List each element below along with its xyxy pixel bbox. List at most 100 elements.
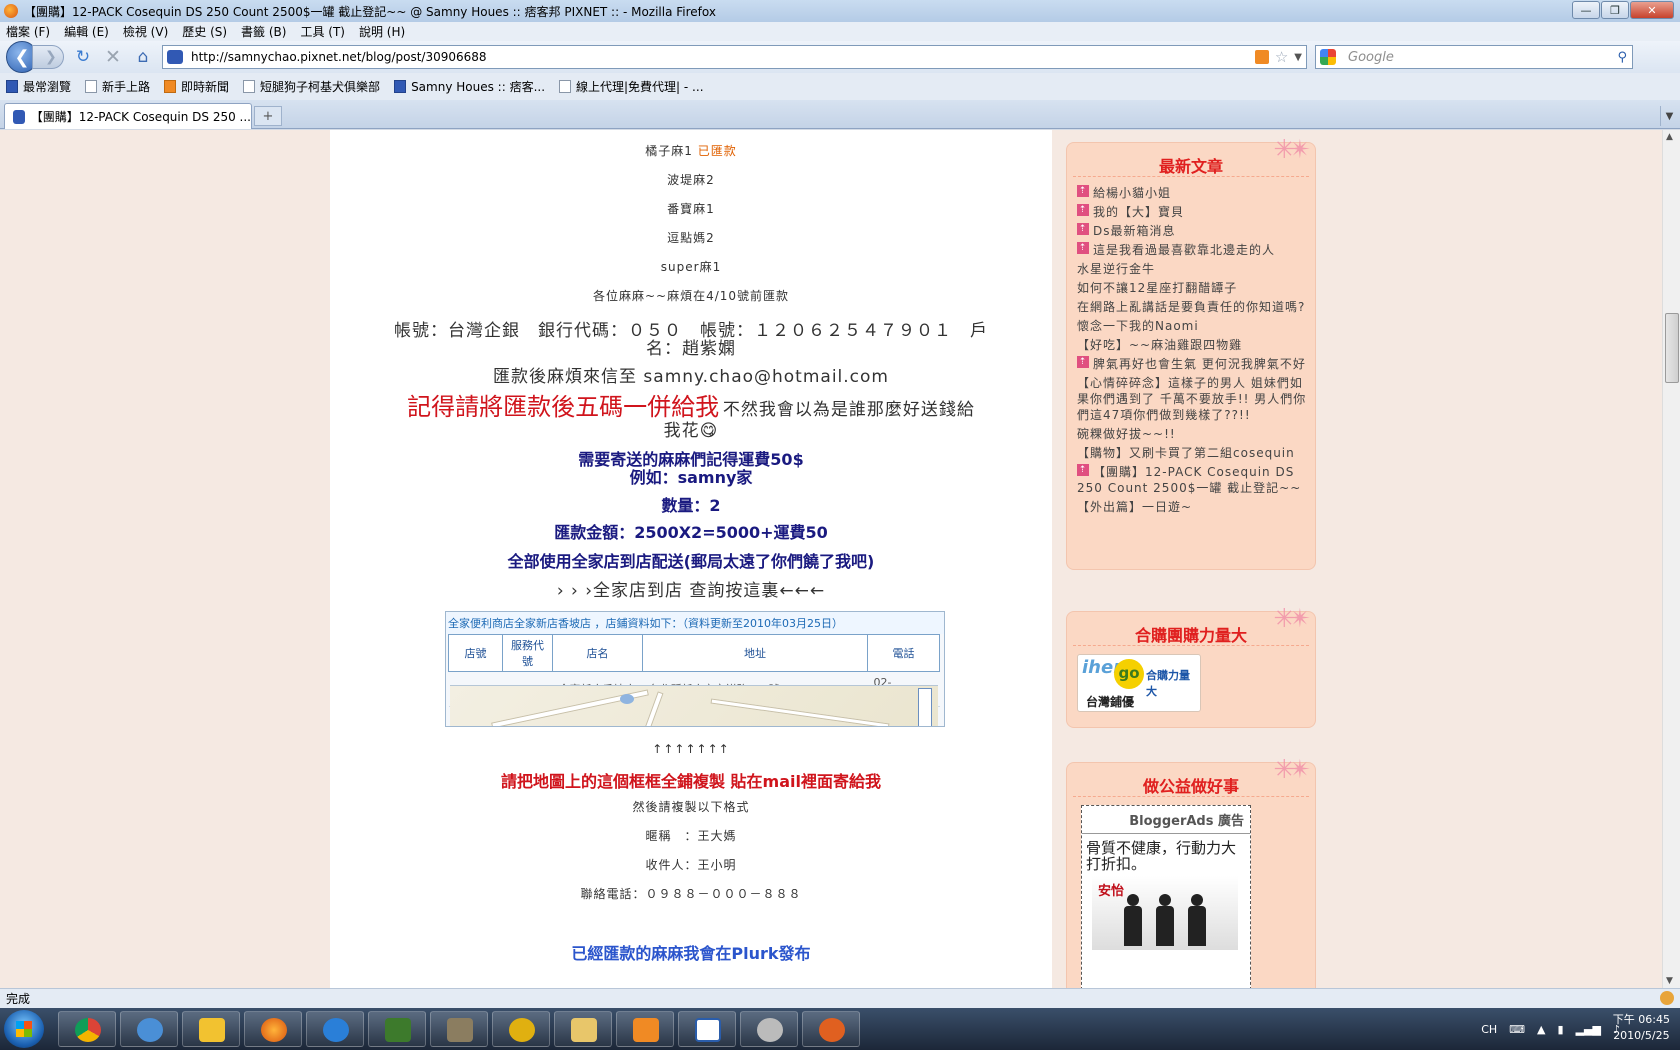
bookmark-most-visited[interactable]: 最常瀏覽 bbox=[6, 78, 71, 95]
taskbar-chrome[interactable] bbox=[58, 1011, 116, 1047]
recent-post-link[interactable]: 【購物】又刷卡買了第二組cosequin bbox=[1077, 446, 1295, 460]
recent-post-item[interactable]: 【好吃】~~麻油雞跟四物雞 bbox=[1077, 337, 1307, 353]
recent-post-link[interactable]: Ds最新箱消息 bbox=[1093, 224, 1176, 238]
recent-post-link[interactable]: 我的【大】寶貝 bbox=[1093, 205, 1184, 219]
list-tabs-icon[interactable]: ▼ bbox=[1660, 106, 1678, 126]
recent-post-item[interactable]: ⇡ 給楊小貓小姐 bbox=[1077, 185, 1307, 201]
bookmark-news[interactable]: 即時新聞 bbox=[164, 78, 229, 95]
taskbar-window[interactable] bbox=[678, 1011, 736, 1047]
taskbar-camera[interactable] bbox=[740, 1011, 798, 1047]
bookmark-proxy[interactable]: 線上代理|免費代理| - ... bbox=[559, 78, 704, 95]
map-lake bbox=[620, 694, 634, 704]
scroll-up-icon[interactable]: ▲ bbox=[1666, 132, 1673, 142]
menu-edit[interactable]: 編輯 (E) bbox=[64, 23, 109, 40]
search-box[interactable]: Google ⚲ bbox=[1315, 45, 1633, 69]
menu-view[interactable]: 檢視 (V) bbox=[123, 23, 168, 40]
recent-post-link[interactable]: 【外出篇】一日遊~ bbox=[1077, 500, 1192, 514]
recent-post-link[interactable]: 【心情碎碎念】這樣子的男人 姐妹們如果你們遇到了 千萬不要放手!! 男人們你們這… bbox=[1077, 376, 1306, 422]
recent-post-item[interactable]: 如何不讓12星座打翻醋罈子 bbox=[1077, 280, 1307, 296]
store-lookup-link[interactable]: › › ›全家店到店 查詢按這裏←←← bbox=[330, 576, 1052, 601]
recent-post-link[interactable]: 這是我看過最喜歡靠北邊走的人 bbox=[1093, 243, 1275, 257]
star-icon[interactable]: ☆ bbox=[1275, 48, 1288, 66]
taskbar-player[interactable] bbox=[616, 1011, 674, 1047]
signal-icon[interactable]: ▂▄▆ bbox=[1576, 1023, 1601, 1036]
recent-post-item[interactable]: 在網路上亂講話是要負責任的你知道嗎? bbox=[1077, 299, 1307, 315]
new-tab-button[interactable]: + bbox=[254, 106, 282, 126]
recent-post-item[interactable]: 懷念一下我的Naomi bbox=[1077, 318, 1307, 334]
clock[interactable]: 下午 06:45 2010/5/25 bbox=[1613, 1012, 1670, 1044]
recent-post-link[interactable]: 水星逆行金牛 bbox=[1077, 262, 1155, 276]
star-decoration-icon: ✳✴ bbox=[1273, 755, 1310, 785]
pin-icon: ⇡ bbox=[1077, 185, 1089, 197]
recent-post-item[interactable]: 水星逆行金牛 bbox=[1077, 261, 1307, 277]
addon-status-icon[interactable] bbox=[1660, 991, 1674, 1005]
rss-icon[interactable] bbox=[1254, 50, 1269, 64]
page-icon bbox=[559, 80, 572, 93]
recent-post-item[interactable]: ⇡ 脾氣再好也會生氣 更何況我脾氣不好 bbox=[1077, 356, 1307, 372]
recent-post-link[interactable]: 【好吃】~~麻油雞跟四物雞 bbox=[1077, 338, 1242, 352]
menu-bookmarks[interactable]: 書籤 (B) bbox=[241, 23, 286, 40]
taskbar-app-yellow[interactable] bbox=[182, 1011, 240, 1047]
iherb-banner[interactable]: iher go 合購力量大 台灣鋪優 bbox=[1077, 654, 1201, 712]
bookmark-getting-started[interactable]: 新手上路 bbox=[85, 78, 150, 95]
google-icon[interactable] bbox=[1320, 49, 1336, 65]
taskbar-explorer[interactable] bbox=[554, 1011, 612, 1047]
recent-post-item[interactable]: ⇡ 【團購】12-PACK Cosequin DS 250 Count 2500$… bbox=[1077, 464, 1307, 496]
scrollbar-thumb[interactable] bbox=[1665, 313, 1679, 383]
menu-history[interactable]: 歷史 (S) bbox=[182, 23, 227, 40]
url-text[interactable]: http://samnychao.pixnet.net/blog/post/30… bbox=[191, 50, 1255, 64]
recent-post-link[interactable]: 在網路上亂講話是要負責任的你知道嗎? bbox=[1077, 300, 1305, 314]
recent-post-link[interactable]: 給楊小貓小姐 bbox=[1093, 186, 1171, 200]
bloggerads-banner[interactable]: BloggerAds 廣告 骨質不健康，行動力大打折扣。 安怡 bbox=[1081, 805, 1251, 988]
language-indicator[interactable]: CH bbox=[1481, 1023, 1497, 1036]
menu-file[interactable]: 檔案 (F) bbox=[6, 23, 50, 40]
status-bar: 完成 bbox=[0, 988, 1680, 1008]
recent-post-link[interactable]: 【團購】12-PACK Cosequin DS 250 Count 2500$一… bbox=[1077, 465, 1301, 495]
taskbar-firefox[interactable] bbox=[244, 1011, 302, 1047]
search-icon[interactable]: ⚲ bbox=[1617, 50, 1627, 65]
recent-post-link[interactable]: 碗粿做好拔~~!! bbox=[1077, 427, 1176, 441]
recent-post-item[interactable]: ⇡ 這是我看過最喜歡靠北邊走的人 bbox=[1077, 242, 1307, 258]
show-hidden-icons-icon[interactable]: ▲ bbox=[1537, 1023, 1545, 1036]
taskbar-ie[interactable] bbox=[306, 1011, 364, 1047]
minimize-button[interactable]: — bbox=[1572, 1, 1600, 19]
search-input[interactable]: Google bbox=[1340, 50, 1617, 65]
taskbar-messenger[interactable] bbox=[120, 1011, 178, 1047]
menu-help[interactable]: 說明 (H) bbox=[359, 23, 405, 40]
recent-post-item[interactable]: 【購物】又刷卡買了第二組cosequin bbox=[1077, 445, 1307, 461]
url-bar[interactable]: http://samnychao.pixnet.net/blog/post/30… bbox=[162, 45, 1307, 69]
menu-bar: 檔案 (F) 編輯 (E) 檢視 (V) 歷史 (S) 書籤 (B) 工具 (T… bbox=[0, 22, 1680, 41]
stop-button[interactable]: ✕ bbox=[102, 46, 124, 68]
bookmark-samny[interactable]: Samny Houes :: 痞客... bbox=[394, 78, 545, 95]
menu-tools[interactable]: 工具 (T) bbox=[300, 23, 345, 40]
recent-post-link[interactable]: 如何不讓12星座打翻醋罈子 bbox=[1077, 281, 1237, 295]
recent-post-item[interactable]: 碗粿做好拔~~!! bbox=[1077, 426, 1307, 442]
scroll-down-icon[interactable]: ▼ bbox=[1666, 976, 1673, 986]
url-dropdown-icon[interactable]: ▼ bbox=[1294, 52, 1302, 63]
home-button[interactable]: ⌂ bbox=[132, 46, 154, 68]
recent-post-item[interactable]: ⇡ 我的【大】寶貝 bbox=[1077, 204, 1307, 220]
restore-button[interactable]: ❐ bbox=[1601, 1, 1629, 19]
recent-post-link[interactable]: 脾氣再好也會生氣 更何況我脾氣不好 bbox=[1093, 357, 1306, 371]
taskbar-dreamweaver[interactable] bbox=[368, 1011, 426, 1047]
recent-post-item[interactable]: 【心情碎碎念】這樣子的男人 姐妹們如果你們遇到了 千萬不要放手!! 男人們你們這… bbox=[1077, 375, 1307, 423]
vertical-scrollbar[interactable]: ▲ ▼ bbox=[1662, 130, 1680, 988]
taskbar-ue[interactable] bbox=[492, 1011, 550, 1047]
bookmark-corgi-club[interactable]: 短腿狗子柯基犬俱樂部 bbox=[243, 78, 380, 95]
format-recipient: 收件人：王小明 bbox=[645, 858, 737, 872]
bookmark-label: Samny Houes :: 痞客... bbox=[411, 80, 546, 94]
taskbar-media[interactable] bbox=[430, 1011, 488, 1047]
tab-active[interactable]: 【團購】12-PACK Cosequin DS 250 ... bbox=[4, 103, 252, 129]
network-icon[interactable]: ▮ bbox=[1558, 1023, 1564, 1036]
start-button[interactable] bbox=[4, 1010, 44, 1048]
film-icon bbox=[447, 1018, 473, 1042]
keyboard-icon[interactable]: ⌨ bbox=[1509, 1023, 1525, 1036]
reload-button[interactable]: ↻ bbox=[72, 46, 94, 68]
recent-post-link[interactable]: 懷念一下我的Naomi bbox=[1077, 319, 1199, 333]
taskbar-fox[interactable] bbox=[802, 1011, 860, 1047]
recent-post-item[interactable]: ⇡ Ds最新箱消息 bbox=[1077, 223, 1307, 239]
close-button[interactable]: ✕ bbox=[1630, 1, 1674, 19]
group-buy-widget: ✳✴ 合購團購力量大 iher go 合購力量大 台灣鋪優 bbox=[1066, 604, 1316, 728]
recent-post-item[interactable]: 【外出篇】一日遊~ bbox=[1077, 499, 1307, 515]
forward-button[interactable]: ❯ bbox=[32, 45, 64, 69]
